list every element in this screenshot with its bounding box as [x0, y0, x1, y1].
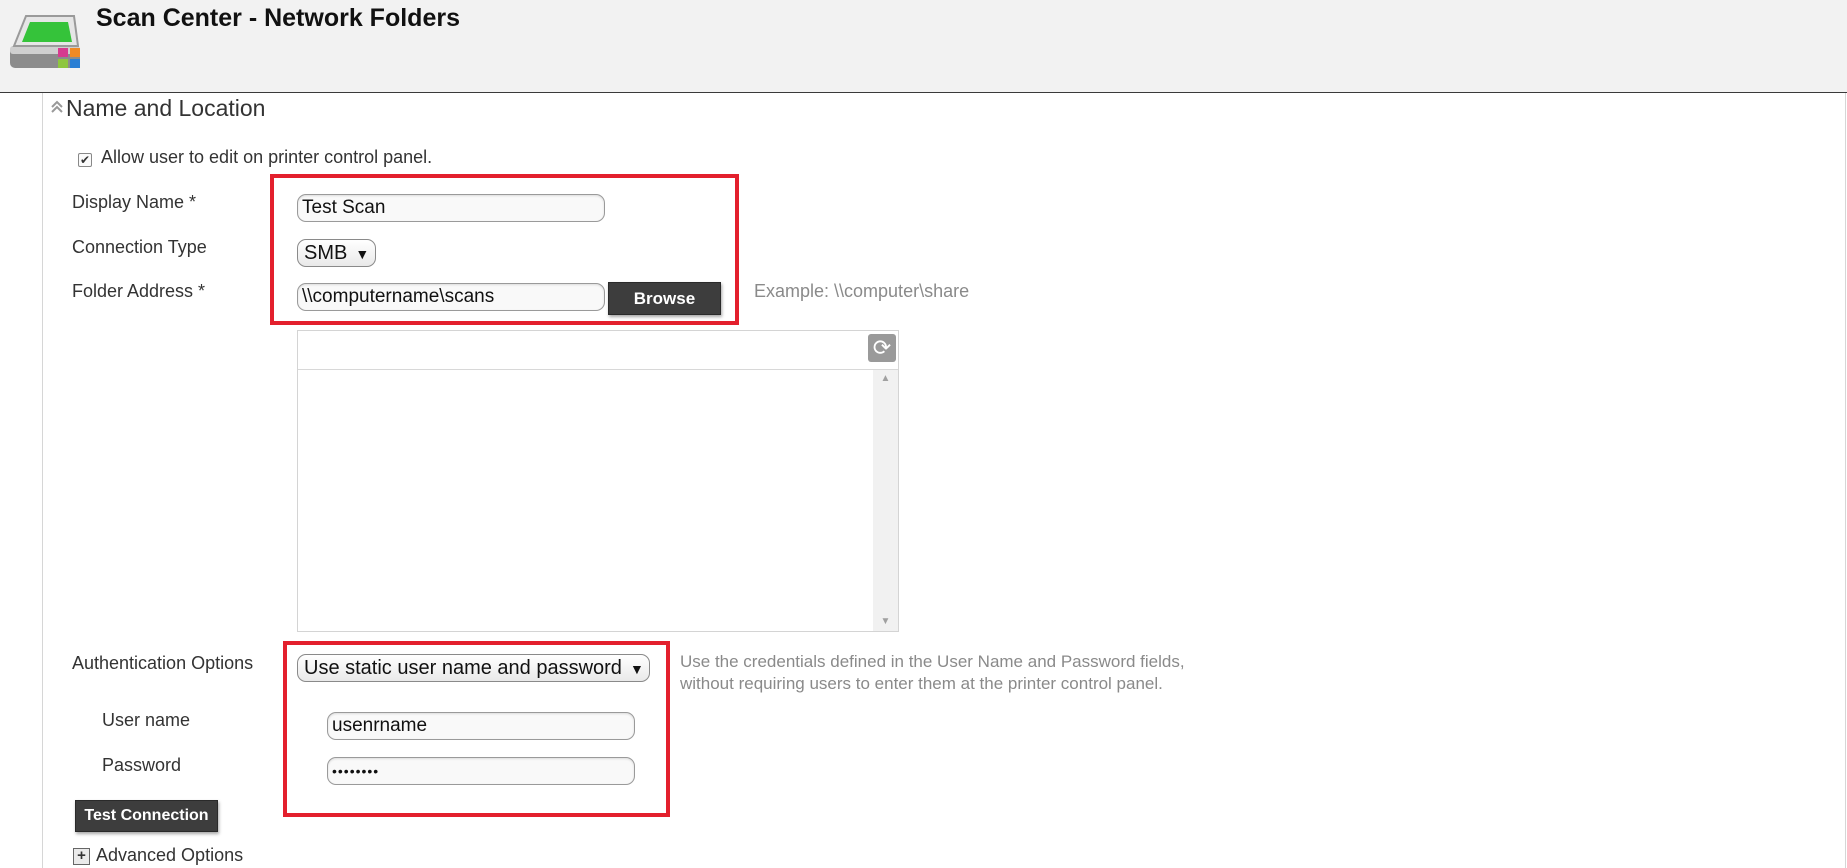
auth-hint-line1: Use the credentials defined in the User …: [680, 652, 1185, 671]
auth-hint-line2: without requiring users to enter them at…: [680, 674, 1163, 693]
expand-plus-icon[interactable]: +: [73, 848, 90, 865]
password-label: Password: [102, 755, 182, 775]
scroll-down-icon[interactable]: ▼: [873, 615, 898, 629]
scroll-up-icon[interactable]: ▲: [873, 372, 898, 386]
username-label: User name: [102, 710, 191, 730]
browse-panel-scrollbar[interactable]: ▲ ▼: [873, 370, 898, 631]
folder-address-example: Example: \\computer\share: [754, 281, 970, 301]
refresh-icon[interactable]: ⟳: [868, 334, 896, 362]
app-header: Scan Center - Network Folders: [0, 0, 1847, 93]
highlight-box-credentials: [283, 641, 670, 817]
allow-edit-checkbox[interactable]: ✔: [78, 153, 92, 167]
folder-browse-panel[interactable]: ⟳ ▲ ▼: [297, 330, 899, 632]
highlight-box-folder: [270, 174, 739, 325]
scanner-app-icon: [6, 6, 86, 72]
connection-type-label: Connection Type: [72, 237, 207, 257]
advanced-options-toggle[interactable]: Advanced Options: [96, 845, 243, 866]
test-connection-button[interactable]: Test Connection: [75, 800, 218, 832]
folder-address-label: Folder Address *: [72, 281, 206, 301]
browse-panel-header: ⟳: [298, 331, 898, 370]
display-name-label: Display Name *: [72, 192, 197, 212]
page-title: Scan Center - Network Folders: [96, 4, 460, 32]
section-title: Name and Location: [66, 95, 266, 121]
allow-edit-label: Allow user to edit on printer control pa…: [101, 147, 433, 167]
collapse-chevron-icon[interactable]: [50, 100, 64, 114]
auth-options-label: Authentication Options: [72, 653, 254, 673]
